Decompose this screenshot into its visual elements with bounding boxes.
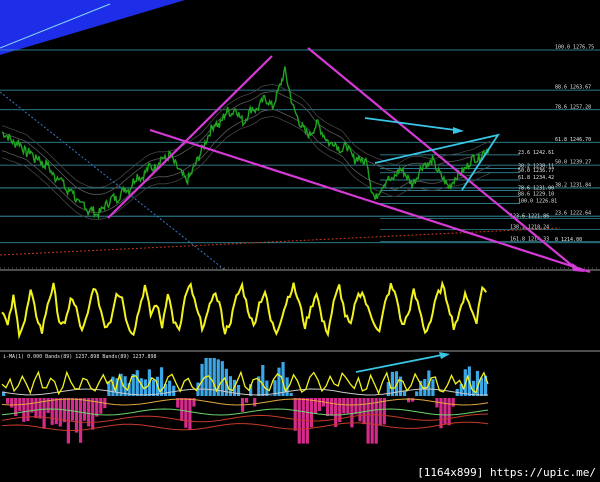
histogram-bar-up [471, 380, 475, 396]
histogram-bar-down [297, 398, 301, 444]
histogram-bar-up [236, 384, 241, 396]
arrowhead-cyan-2 [439, 352, 450, 359]
fib-label-mid-0: 23.6 1242.61 [518, 150, 554, 156]
histogram-bar-down [358, 398, 362, 422]
histogram-bar-down [184, 398, 188, 428]
histogram-bar-down [317, 398, 322, 412]
fib-label-left-3: 61.8 1246.70 [555, 137, 591, 143]
fib-label-left-1: 88.6 1263.67 [555, 85, 591, 91]
histogram-bar-down [411, 398, 415, 402]
fib-label-left-6: 23.6 1222.64 [555, 211, 591, 217]
histogram-bar-down [78, 398, 83, 443]
histogram-bar-down [374, 398, 378, 444]
histogram-bar-down [354, 398, 358, 415]
histogram-bar-up [415, 391, 419, 396]
histogram-bar-down [74, 398, 79, 433]
arrowhead-magenta [572, 263, 585, 272]
fib-label-mid-3: 61.8 1234.42 [518, 175, 554, 181]
histogram-bar-up [172, 385, 176, 396]
histogram-bar-down [253, 398, 257, 407]
fib-label-mid-6: 100.0 1226.81 [518, 198, 557, 204]
histogram-bar-down [26, 398, 30, 421]
fib-label-left-4: 50.0 1239.27 [555, 160, 591, 166]
histogram-bar-up [168, 380, 172, 396]
fib-label-left-2: 78.6 1257.28 [555, 104, 591, 110]
histogram-bar-down [6, 398, 10, 404]
histogram-bar-down [83, 398, 87, 421]
histogram-bar-down [54, 398, 58, 425]
histogram-bar-up [269, 395, 273, 396]
histogram-bar-up [277, 367, 281, 396]
histogram-bar-down [451, 398, 455, 407]
histogram-bar-down [50, 398, 54, 425]
histogram-bar-up [151, 379, 156, 396]
wedge-triangle [374, 133, 500, 191]
indicator-label: i-MA(1) 0.000 Bands(89) 1237.898 Bands(8… [3, 354, 157, 360]
histogram-bar-down [330, 398, 334, 416]
trendline-down [307, 47, 576, 269]
histogram-bar-down [366, 398, 370, 444]
arrowhead-cyan-1 [453, 127, 464, 134]
divergence-arrow-price [364, 117, 456, 131]
histogram-bar-down [245, 398, 249, 403]
histogram-bar-up [135, 370, 139, 396]
oscillator-line [1, 279, 487, 340]
histogram-bar-down [188, 398, 192, 430]
blue-zone [0, 0, 185, 55]
histogram-bar-up [289, 392, 293, 396]
fib-label-left-5: 38.2 1231.84 [555, 182, 591, 188]
histogram-bar-down [334, 398, 338, 427]
watermark: [1164x899] https://upic.me/ [417, 466, 596, 479]
histogram-bar-down [180, 398, 184, 422]
histogram-bar-down [95, 398, 99, 417]
envelope-curve-3 [1, 84, 491, 188]
histogram-bar-down [447, 398, 451, 426]
histogram-bar-down [346, 398, 350, 414]
histogram-bar-up [431, 379, 435, 396]
trading-chart: 100.0 1276.75 88.6 1263.67 78.6 1257.28 61.… [0, 0, 600, 444]
indicator-signal-line [1, 370, 489, 396]
histogram-bar-down [342, 398, 346, 414]
histogram-bar-down [382, 398, 386, 425]
histogram-bar-down [10, 398, 14, 408]
histogram-bar-down [443, 398, 447, 424]
trendline-up [107, 55, 273, 219]
histogram-bar-up [261, 364, 265, 396]
chart-window: 100.0 1276.75 88.6 1263.67 78.6 1257.28 61.… [0, 0, 600, 482]
dotted-guide-blue [0, 91, 226, 271]
histogram-bar-down [370, 398, 374, 444]
histogram-bar-down [70, 398, 75, 421]
histogram-bar-down [22, 398, 26, 422]
histogram-bar-down [326, 398, 330, 417]
histogram-bar-down [38, 398, 42, 419]
fib-label-left-0: 100.0 1276.75 [555, 44, 594, 50]
fib-label-left-7: 0 1214.00 [555, 237, 582, 243]
fib-label-mid-5: 88.6 1229.10 [518, 191, 554, 197]
histogram-bar-down [42, 398, 46, 429]
fib-label-mid-2: 50.0 1236.77 [518, 168, 554, 174]
histogram-bar-down [293, 398, 297, 431]
histogram-bar-down [58, 398, 62, 427]
histogram-bar-down [99, 398, 103, 414]
divergence-arrow-indicator [355, 354, 443, 373]
histogram-bar-down [34, 398, 38, 419]
